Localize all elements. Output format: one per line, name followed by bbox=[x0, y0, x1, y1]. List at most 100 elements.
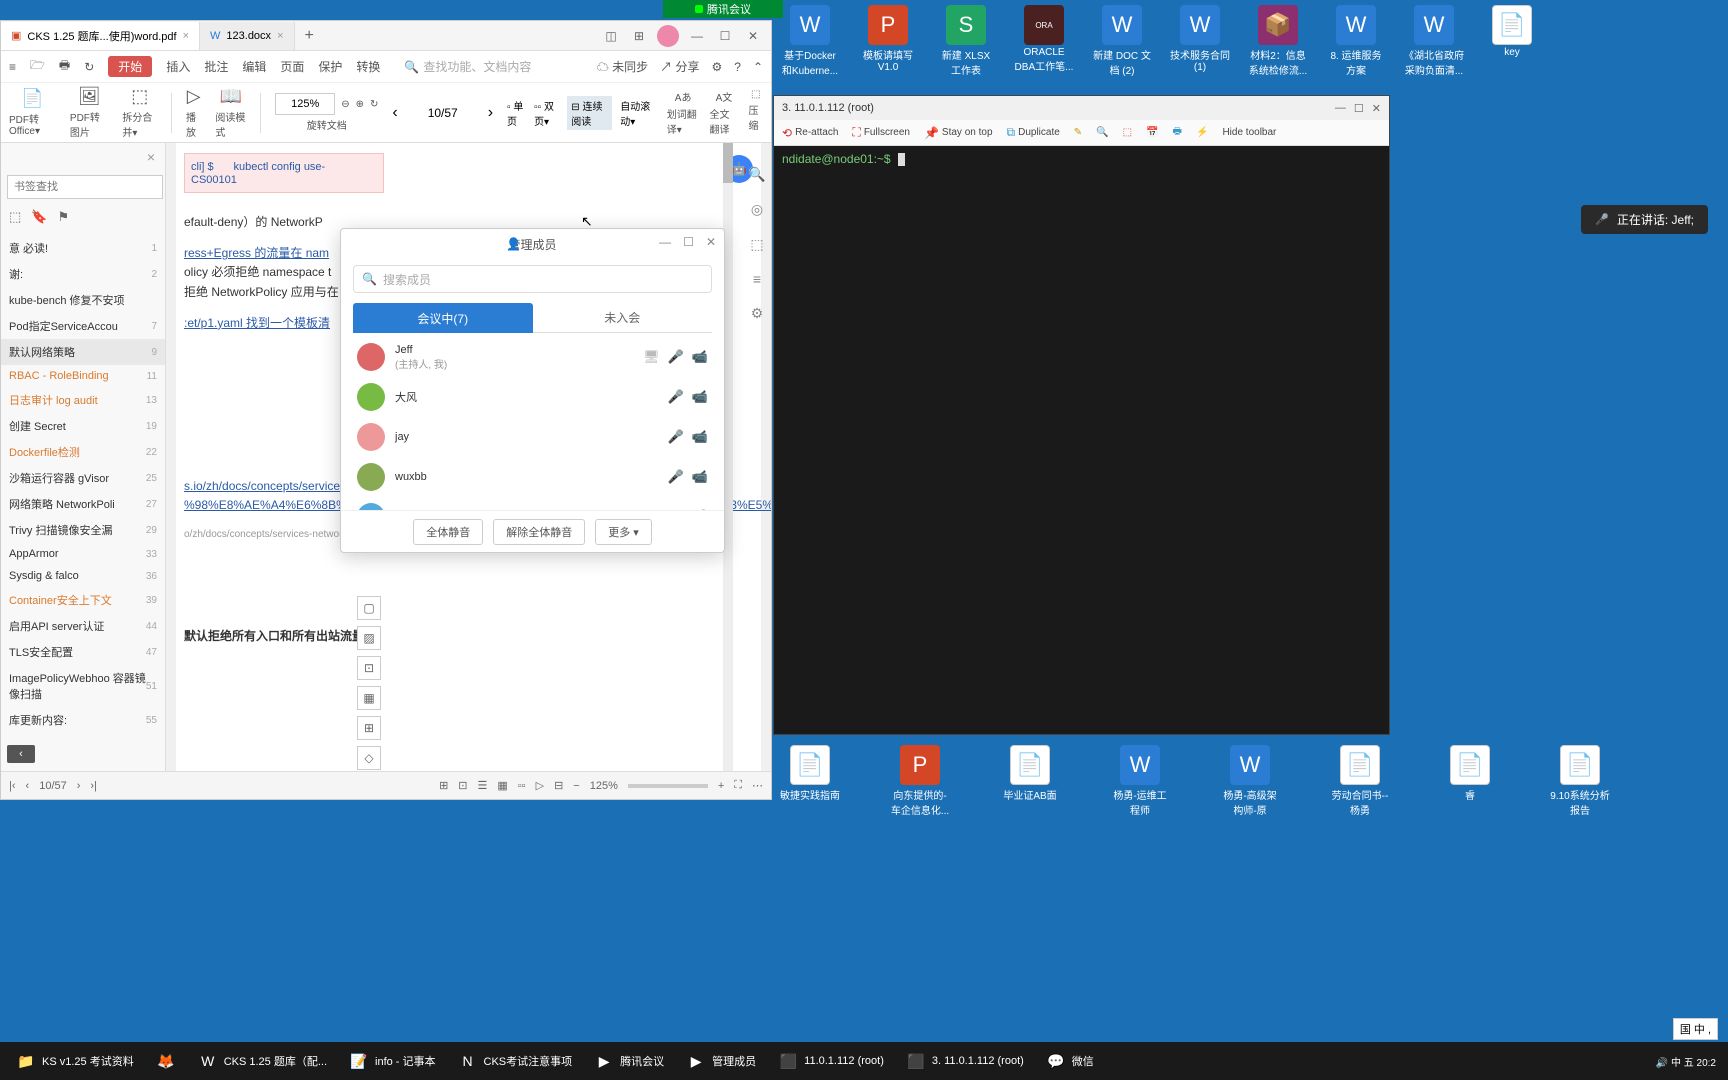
taskbar-item[interactable]: ⬛11.0.1.112 (root) bbox=[768, 1045, 894, 1077]
bookmark-item[interactable]: TLS安全配置47 bbox=[1, 639, 165, 665]
grid-icon[interactable]: ⊞ bbox=[629, 26, 649, 46]
view-icon[interactable]: ▫▫ bbox=[518, 780, 526, 792]
taskbar-item[interactable]: 📝info - 记事本 bbox=[339, 1045, 446, 1077]
minimize-button[interactable]: — bbox=[659, 235, 671, 249]
member-row[interactable]: jay 🎤📹 bbox=[353, 417, 712, 457]
tab-not-joined[interactable]: 未入会 bbox=[533, 303, 713, 333]
fullscreen-icon[interactable]: ⛶ bbox=[734, 779, 742, 792]
taskbar-item[interactable]: 💬微信 bbox=[1036, 1045, 1104, 1077]
taskbar-item[interactable]: 📁KS v1.25 考试资料 bbox=[6, 1045, 144, 1077]
fullscreen-button[interactable]: ⛶Fullscreen bbox=[852, 125, 910, 140]
search-box[interactable]: 🔍 查找功能、文档内容 bbox=[404, 58, 531, 75]
view-icon[interactable]: ☰ bbox=[478, 779, 488, 792]
zoom-slider[interactable] bbox=[628, 784, 708, 788]
desktop-file[interactable]: W8. 运维服务方案 bbox=[1326, 5, 1386, 77]
word-translate[interactable]: Aあ划词翻译▾ bbox=[667, 89, 700, 136]
zoom-select[interactable] bbox=[275, 93, 335, 115]
sb-icon[interactable]: ⚑ bbox=[57, 209, 69, 225]
collapse-icon[interactable]: ⌃ bbox=[753, 60, 763, 74]
bookmark-item[interactable]: 库更新内容:55 bbox=[1, 707, 165, 733]
tab-close-icon[interactable]: × bbox=[277, 30, 283, 42]
member-row[interactable]: wuxbb 🎤📹 bbox=[353, 457, 712, 497]
tool-icon[interactable]: 📅 bbox=[1146, 127, 1158, 138]
tool-pdf-office[interactable]: 📄PDF转Office▾ bbox=[9, 88, 56, 137]
more-icon[interactable]: ⋯ bbox=[752, 779, 763, 792]
menu-icon[interactable]: ↻ bbox=[84, 60, 94, 74]
sb-icon[interactable]: 🔖 bbox=[31, 209, 47, 225]
desktop-file[interactable]: 📄睿 bbox=[1440, 745, 1500, 817]
zoom-in[interactable]: + bbox=[718, 780, 724, 792]
menu-item[interactable]: 转换 bbox=[356, 58, 380, 75]
menu-start[interactable]: 开始 bbox=[108, 56, 152, 77]
desktop-file[interactable]: 📄敏捷实践指南 bbox=[780, 745, 840, 817]
desktop-file[interactable]: P向东提供的-车企信息化... bbox=[890, 745, 950, 817]
bookmark-search[interactable] bbox=[7, 175, 163, 199]
view-icon[interactable]: ⊞ bbox=[439, 779, 448, 792]
view-icon[interactable]: ⊟ bbox=[554, 779, 563, 792]
taskbar-item[interactable]: NCKS考试注意事项 bbox=[448, 1045, 583, 1077]
close-button[interactable]: ✕ bbox=[1372, 102, 1381, 115]
bookmark-item[interactable]: RBAC - RoleBinding11 bbox=[1, 365, 165, 387]
tool-icon[interactable]: 🔍 bbox=[1096, 127, 1108, 138]
prev-page-icon[interactable]: ‹ bbox=[392, 104, 397, 122]
desktop-file[interactable]: 📄劳动合同书--杨勇 bbox=[1330, 745, 1390, 817]
menu-icon[interactable]: ≡ bbox=[9, 60, 16, 74]
help-icon[interactable]: ? bbox=[734, 60, 741, 74]
close-button[interactable]: ✕ bbox=[706, 235, 716, 249]
tool-split[interactable]: ⬚拆分合并▾ bbox=[122, 86, 157, 139]
desktop-file[interactable]: 📄毕业证AB面 bbox=[1000, 745, 1060, 817]
menu-item[interactable]: 编辑 bbox=[242, 58, 266, 75]
bookmark-item[interactable]: 默认网络策略9 bbox=[1, 339, 165, 365]
tool-icon[interactable]: ⬚ bbox=[750, 236, 763, 253]
settings-icon[interactable]: ⚙ bbox=[711, 60, 722, 74]
desktop-file[interactable]: P模板请填写V1.0 bbox=[858, 5, 918, 77]
mute-all-button[interactable]: 全体静音 bbox=[413, 519, 483, 545]
edit-tool[interactable]: ◇ bbox=[357, 746, 381, 770]
sidebar-close-icon[interactable]: × bbox=[147, 149, 155, 165]
tool-icon[interactable]: ⬚ bbox=[1123, 127, 1132, 138]
desktop-file[interactable]: W新建 DOC 文档 (2) bbox=[1092, 5, 1152, 77]
sidebar-collapse[interactable]: ‹ bbox=[7, 745, 35, 763]
desktop-file[interactable]: W杨勇-运维工程师 bbox=[1110, 745, 1170, 817]
page-indicator[interactable]: 10/57 bbox=[408, 106, 478, 120]
maximize-button[interactable]: ☐ bbox=[683, 235, 694, 249]
bookmark-item[interactable]: 谢:2 bbox=[1, 261, 165, 287]
nav-last-icon[interactable]: ›| bbox=[90, 780, 97, 792]
member-row[interactable]: Jeff(主持人, 我) 🖥🎤📹 bbox=[353, 337, 712, 377]
desktop-file[interactable]: W杨勇-高级架构师-原 bbox=[1220, 745, 1280, 817]
ime-indicator[interactable]: 国 中 , bbox=[1673, 1018, 1718, 1040]
menu-item[interactable]: 插入 bbox=[166, 58, 190, 75]
bookmark-item[interactable]: 创建 Secret19 bbox=[1, 413, 165, 439]
desktop-file[interactable]: W《湖北省政府采购负面清... bbox=[1404, 5, 1464, 77]
tool-icon[interactable]: ⚡ bbox=[1196, 127, 1208, 138]
tool-icon[interactable]: ≡ bbox=[753, 271, 761, 287]
bookmark-item[interactable]: AppArmor33 bbox=[1, 543, 165, 565]
desktop-file[interactable]: 📄key bbox=[1482, 5, 1542, 77]
desktop-file[interactable]: 📄9.10系统分析报告 bbox=[1550, 745, 1610, 817]
edit-tool[interactable]: ▦ bbox=[357, 686, 381, 710]
view-double[interactable]: ▫▫ 双页▾ bbox=[534, 98, 559, 128]
tool-read[interactable]: 📖阅读模式 bbox=[215, 86, 246, 139]
sb-icon[interactable]: ⬚ bbox=[9, 209, 21, 225]
view-icon[interactable]: ⊡ bbox=[458, 779, 467, 792]
member-row[interactable]: New 🎤 bbox=[353, 497, 712, 510]
rotate-icon[interactable]: ↻ bbox=[370, 99, 378, 110]
maximize-button[interactable]: ☐ bbox=[1354, 102, 1364, 115]
tool-play[interactable]: ▷播放 bbox=[186, 86, 201, 139]
member-search[interactable]: 🔍 搜索成员 bbox=[353, 265, 712, 293]
desktop-file[interactable]: W基于Docker和Kuberne... bbox=[780, 5, 840, 77]
member-row[interactable]: 大风 🎤📹 bbox=[353, 377, 712, 417]
bookmark-item[interactable]: 网络策略 NetworkPoli27 bbox=[1, 491, 165, 517]
duplicate-button[interactable]: ⧉Duplicate bbox=[1007, 125, 1060, 140]
minimize-button[interactable]: — bbox=[1335, 102, 1346, 115]
close-button[interactable]: ✕ bbox=[743, 26, 763, 46]
taskbar-item[interactable]: ▶管理成员 bbox=[676, 1045, 766, 1077]
maximize-button[interactable]: ☐ bbox=[715, 26, 735, 46]
menu-item[interactable]: 批注 bbox=[204, 58, 228, 75]
hide-toolbar-button[interactable]: Hide toolbar bbox=[1222, 127, 1276, 138]
taskbar-item[interactable]: WCKS 1.25 题库（配... bbox=[188, 1045, 337, 1077]
edit-tool[interactable]: ▢ bbox=[357, 596, 381, 620]
bookmark-item[interactable]: Container安全上下文39 bbox=[1, 587, 165, 613]
bookmark-item[interactable]: Dockerfile检测22 bbox=[1, 439, 165, 465]
bookmark-item[interactable]: 意 必读!1 bbox=[1, 235, 165, 261]
